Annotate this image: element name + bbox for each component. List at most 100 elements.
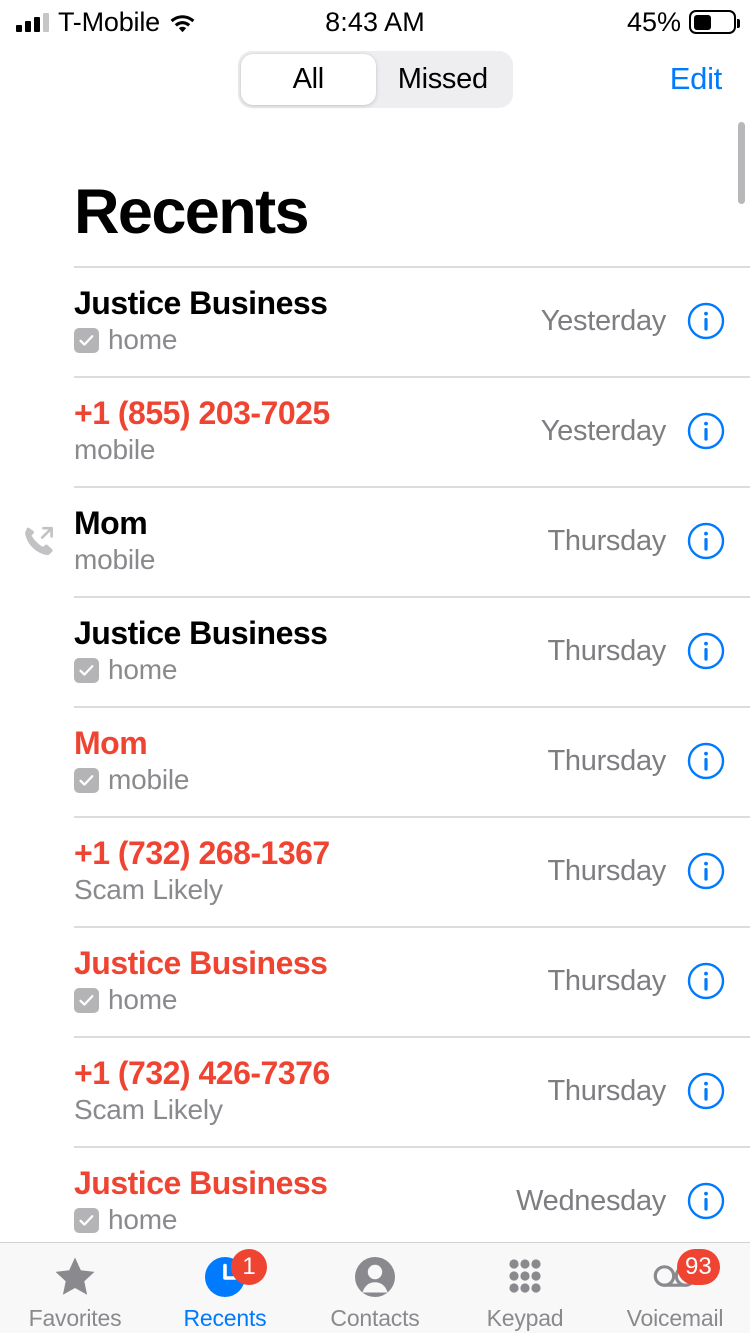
call-row-main: Mom mobile xyxy=(74,505,548,576)
call-label: Scam Likely xyxy=(74,874,223,906)
keypad-icon xyxy=(501,1253,549,1301)
battery-percentage: 45% xyxy=(626,6,681,37)
info-icon[interactable] xyxy=(686,631,726,671)
edit-button[interactable]: Edit xyxy=(670,61,723,97)
call-time: Thursday xyxy=(547,744,667,777)
call-time: Thursday xyxy=(547,634,667,667)
call-row-main: Mom mobile xyxy=(74,725,548,796)
call-row-right: Thursday xyxy=(548,1071,727,1111)
call-contact-name: Justice Business xyxy=(74,1165,328,1202)
call-row-main: Justice Business home xyxy=(74,1165,516,1236)
tab-label: Keypad xyxy=(486,1305,564,1331)
call-label: home xyxy=(108,1204,178,1236)
info-icon[interactable] xyxy=(686,851,726,891)
call-contact-name: Justice Business xyxy=(74,615,328,652)
call-row[interactable]: Mom mobile Thursday xyxy=(0,706,750,816)
person-icon xyxy=(351,1253,399,1301)
call-row-subtitle: mobile xyxy=(74,544,548,576)
call-row-right: Yesterday xyxy=(541,411,726,451)
call-row-main: +1 (732) 426-7376 Scam Likely xyxy=(74,1055,548,1126)
info-icon[interactable] xyxy=(686,961,726,1001)
call-contact-name: Justice Business xyxy=(74,285,328,322)
call-filter-segmented-control[interactable]: All Missed xyxy=(238,51,513,108)
call-row[interactable]: Mom mobile Thursday xyxy=(0,486,750,596)
call-row-right: Thursday xyxy=(548,741,727,781)
call-row[interactable]: +1 (855) 203-7025 mobile Yesterday xyxy=(0,376,750,486)
phone-app-screen: T-Mobile 8:43 AM 45% All Missed Edit Rec… xyxy=(0,0,750,1333)
call-row[interactable]: +1 (732) 426-7376 Scam Likely Thursday xyxy=(0,1036,750,1146)
call-row-main: +1 (855) 203-7025 mobile xyxy=(74,395,541,466)
call-contact-name: +1 (855) 203-7025 xyxy=(74,395,330,432)
call-row-right: Thursday xyxy=(548,851,727,891)
tab-badge: 93 xyxy=(677,1249,720,1285)
call-contact-name: Mom xyxy=(74,725,148,762)
call-type-checkbox-icon xyxy=(74,657,99,683)
call-time: Thursday xyxy=(547,524,667,557)
outgoing-call-icon xyxy=(20,523,56,559)
call-row-right: Thursday xyxy=(548,961,727,1001)
call-label: mobile xyxy=(74,544,156,576)
tab-keypad[interactable]: Keypad xyxy=(450,1243,600,1333)
segment-all[interactable]: All xyxy=(241,54,376,105)
tab-badge: 1 xyxy=(231,1249,267,1285)
call-row-subtitle: home xyxy=(74,324,541,356)
nav-bar: All Missed Edit xyxy=(0,44,750,114)
info-icon[interactable] xyxy=(686,1181,726,1221)
tab-bar: Favorites 1 Recents Contacts Keypad 93 Voicema… xyxy=(0,1242,750,1333)
call-type-checkbox-icon xyxy=(74,327,99,353)
tab-label: Voicemail xyxy=(626,1305,724,1331)
call-row-right: Wednesday xyxy=(516,1181,726,1221)
call-type-checkbox-icon xyxy=(74,767,99,793)
call-row-subtitle: mobile xyxy=(74,434,541,466)
star-icon xyxy=(51,1253,99,1301)
info-icon[interactable] xyxy=(686,741,726,781)
info-icon[interactable] xyxy=(686,1071,726,1111)
call-row-main: +1 (732) 268-1367 Scam Likely xyxy=(74,835,548,906)
call-contact-name: Mom xyxy=(74,505,148,542)
call-row-right: Thursday xyxy=(548,631,727,671)
call-row[interactable]: Justice Business home Thursday xyxy=(0,596,750,706)
call-row[interactable]: Justice Business home Thursday xyxy=(0,926,750,1036)
call-row-subtitle: mobile xyxy=(74,764,548,796)
call-row-main: Justice Business home xyxy=(74,615,548,686)
call-row-subtitle: home xyxy=(74,654,548,686)
call-label: home xyxy=(108,984,178,1016)
call-time: Thursday xyxy=(547,1074,667,1107)
call-time: Yesterday xyxy=(540,304,667,337)
clock-icon: 1 xyxy=(201,1249,267,1301)
info-icon[interactable] xyxy=(686,301,726,341)
call-row[interactable]: +1 (732) 268-1367 Scam Likely Thursday xyxy=(0,816,750,926)
info-icon[interactable] xyxy=(686,411,726,451)
call-time: Thursday xyxy=(547,854,667,887)
tab-recents[interactable]: 1 Recents xyxy=(150,1243,300,1333)
call-label: mobile xyxy=(108,764,190,796)
tab-label: Contacts xyxy=(330,1305,420,1331)
call-label: home xyxy=(108,654,178,686)
call-row-subtitle: home xyxy=(74,984,548,1016)
call-label: home xyxy=(108,324,178,356)
recent-calls-list: Justice Business home Yesterday +1 (855) 20… xyxy=(0,266,750,1242)
call-row[interactable]: Justice Business home Yesterday xyxy=(0,266,750,376)
segment-missed[interactable]: Missed xyxy=(376,54,511,105)
scrollbar[interactable] xyxy=(738,122,745,204)
call-row-subtitle: home xyxy=(74,1204,516,1236)
page-title: Recents xyxy=(74,177,310,247)
recents-scroll-area[interactable]: Recents Justice Business home Yesterday +1 … xyxy=(0,114,750,1242)
call-type-checkbox-icon xyxy=(74,987,99,1013)
info-icon[interactable] xyxy=(686,521,726,561)
call-contact-name: Justice Business xyxy=(74,945,328,982)
status-bar: T-Mobile 8:43 AM 45% xyxy=(0,0,750,44)
call-contact-name: +1 (732) 268-1367 xyxy=(74,835,330,872)
call-time: Thursday xyxy=(547,964,667,997)
voicemail-icon: 93 xyxy=(651,1249,720,1301)
tab-favorites[interactable]: Favorites xyxy=(0,1243,150,1333)
battery-icon xyxy=(689,10,740,34)
tab-voicemail[interactable]: 93 Voicemail xyxy=(600,1243,750,1333)
call-row[interactable]: Justice Business home Wednesday xyxy=(0,1146,750,1242)
status-bar-right: 45% xyxy=(626,6,740,38)
call-row-main: Justice Business home xyxy=(74,285,541,356)
call-label: Scam Likely xyxy=(74,1094,223,1126)
tab-label: Recents xyxy=(183,1305,267,1331)
call-contact-name: +1 (732) 426-7376 xyxy=(74,1055,330,1092)
tab-contacts[interactable]: Contacts xyxy=(300,1243,450,1333)
